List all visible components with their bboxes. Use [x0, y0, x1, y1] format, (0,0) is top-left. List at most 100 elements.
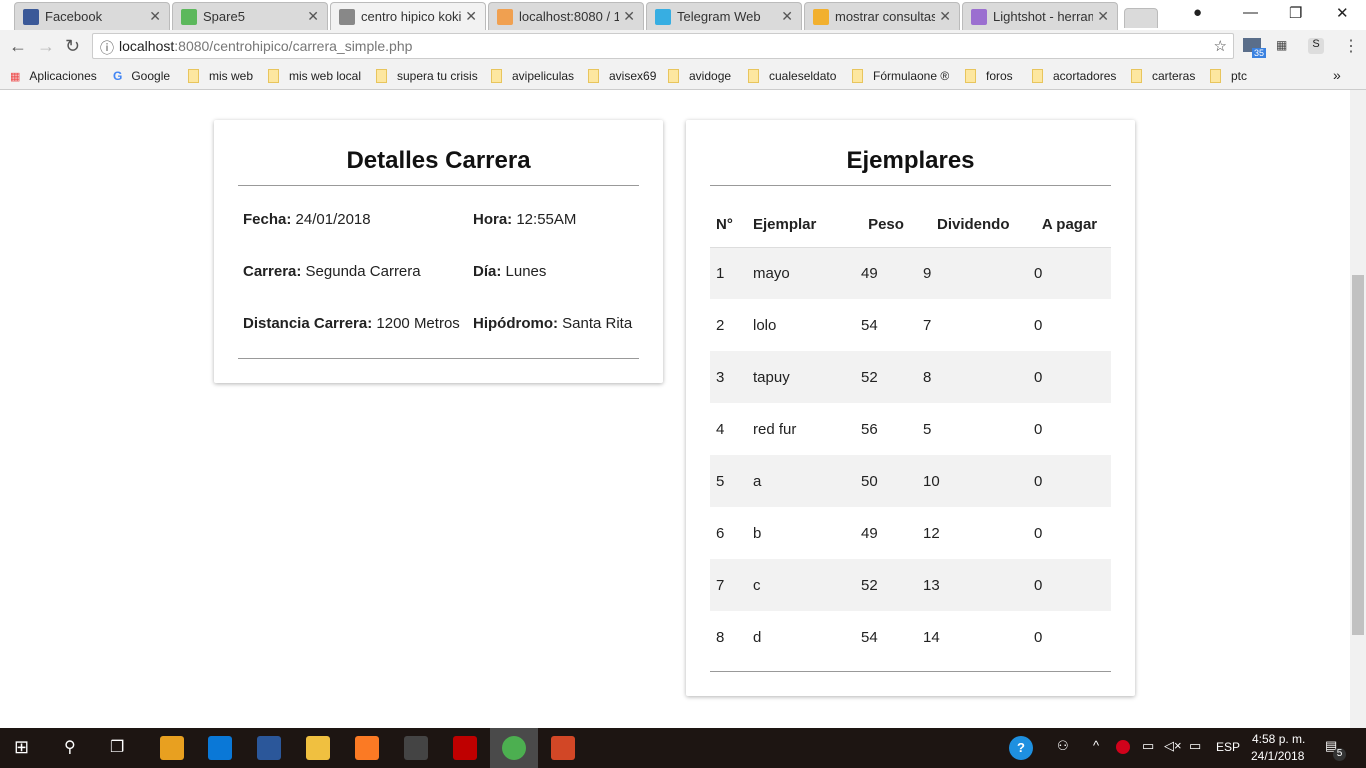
network-icon[interactable]: ▭ — [1142, 738, 1154, 754]
tab[interactable]: Facebook ✕ — [14, 2, 170, 30]
favicon-icon — [655, 8, 671, 25]
mcafee-icon[interactable] — [1116, 740, 1130, 754]
battery-icon[interactable]: ▭ — [1189, 738, 1201, 754]
s-extension-icon[interactable]: S — [1308, 38, 1324, 54]
bookmark-item[interactable]: cualeseldato — [748, 69, 836, 83]
filezilla-icon[interactable] — [453, 736, 477, 760]
new-tab-button[interactable] — [1124, 8, 1158, 28]
close-tab-icon[interactable]: ✕ — [781, 8, 793, 25]
table-cell: 9 — [923, 264, 932, 282]
task-view-icon[interactable]: ❐ — [110, 737, 124, 757]
bookmark-item[interactable]: acortadores — [1032, 69, 1116, 83]
close-tab-icon[interactable]: ✕ — [623, 8, 635, 25]
clock-time[interactable]: 4:58 p. m. — [1252, 732, 1305, 746]
forward-icon[interactable]: → — [37, 36, 55, 57]
explorer-icon[interactable] — [306, 736, 330, 760]
search-icon[interactable]: ⚲ — [64, 737, 76, 757]
minimize-button[interactable]: — — [1243, 4, 1258, 21]
bookmark-item[interactable]: avisex69 — [588, 69, 656, 83]
bookmark-item[interactable]: supera tu crisis — [376, 69, 478, 83]
restore-button[interactable]: ❐ — [1289, 4, 1302, 22]
table-row: 5 a 50 10 0 — [710, 455, 1111, 507]
ejemplares-title: Ejemplares — [846, 147, 975, 174]
table-cell: c — [753, 576, 761, 594]
extension-badge: 35 — [1252, 48, 1267, 58]
detail-field: Carrera: Segunda Carrera — [243, 263, 421, 280]
table-cell: 12 — [923, 524, 940, 542]
close-tab-icon[interactable]: ✕ — [149, 8, 161, 25]
bookmark-label: ptc — [1231, 69, 1248, 83]
bookmark-label: avisex69 — [609, 69, 657, 83]
bookmark-item[interactable]: avipeliculas — [491, 69, 574, 83]
folder-icon — [965, 69, 976, 83]
divider — [238, 185, 639, 186]
bookmark-item[interactable]: mis web — [188, 69, 253, 83]
show-hidden-icons[interactable]: ^ — [1093, 738, 1099, 753]
word-icon[interactable] — [257, 736, 281, 760]
star-icon[interactable]: ☆ — [1214, 37, 1227, 55]
language-indicator[interactable]: ESP — [1216, 740, 1240, 754]
table-cell: 54 — [861, 316, 878, 334]
more-bookmarks-button[interactable]: » — [1333, 67, 1341, 83]
scrollbar[interactable] — [1350, 90, 1366, 728]
people-icon[interactable]: ⚇ — [1057, 738, 1069, 754]
windows-start-icon[interactable]: ⊞ — [14, 737, 29, 758]
bookmark-label: mis web local — [289, 69, 362, 83]
field-label: Hora: — [473, 211, 513, 228]
divider — [238, 358, 639, 359]
close-tab-icon[interactable]: ✕ — [939, 8, 951, 25]
tab[interactable]: Lightshot - herram ✕ — [962, 2, 1118, 30]
tab[interactable]: mostrar consultas ✕ — [804, 2, 960, 30]
bookmark-item[interactable]: avidoge — [668, 69, 731, 83]
back-icon[interactable]: ← — [9, 36, 27, 57]
menu-icon[interactable]: ⋮ — [1343, 36, 1359, 56]
sublime-icon[interactable] — [404, 736, 428, 760]
field-label: Distancia Carrera: — [243, 315, 373, 332]
bookmark-label: Aplicaciones — [29, 69, 97, 83]
detail-field: Día: Lunes — [473, 263, 546, 280]
edge-icon[interactable] — [208, 736, 232, 760]
bookmark-item[interactable]: Fórmulaone ® — [852, 69, 949, 83]
profile-icon[interactable]: ● — [1193, 4, 1202, 21]
close-tab-icon[interactable]: ✕ — [1097, 8, 1109, 25]
table-cell: 0 — [1034, 576, 1043, 594]
detail-field: Fecha: 24/01/2018 — [243, 211, 371, 228]
close-tab-icon[interactable]: ✕ — [465, 8, 477, 25]
tab[interactable]: centro hipico kokin ✕ — [330, 2, 486, 30]
tab-bar: ● — ❐ ✕ Facebook ✕ Spare5 ✕ centro hipico ko… — [0, 0, 1366, 30]
help-icon[interactable]: ? — [1009, 736, 1033, 760]
tab[interactable]: localhost:8080 / 12 ✕ — [488, 2, 644, 30]
chrome-icon[interactable] — [502, 736, 526, 760]
table-cell: 7 — [923, 316, 932, 334]
bookmark-item[interactable]: carteras — [1131, 69, 1195, 83]
table-cell: 8 — [716, 628, 725, 646]
google-icon: G — [113, 69, 123, 83]
scrollbar-thumb[interactable] — [1352, 275, 1364, 635]
volume-muted-icon[interactable]: ◁× — [1164, 738, 1182, 754]
tab[interactable]: Spare5 ✕ — [172, 2, 328, 30]
bookmark-label: avidoge — [689, 69, 732, 83]
bookmark-item[interactable]: ptc — [1210, 69, 1247, 83]
bookmark-item[interactable]: ▦ Aplicaciones — [10, 69, 97, 83]
close-tab-icon[interactable]: ✕ — [307, 8, 319, 25]
bookmark-item[interactable]: G Google — [113, 69, 170, 83]
qr-icon[interactable]: ▦ — [1276, 38, 1287, 52]
clock-date[interactable]: 24/1/2018 — [1251, 749, 1304, 763]
powerpoint-icon[interactable] — [551, 736, 575, 760]
app-icon[interactable] — [160, 736, 184, 760]
info-icon[interactable]: ⓘ — [100, 38, 114, 58]
tab-title: Lightshot - herram — [993, 9, 1094, 24]
bookmark-item[interactable]: foros — [965, 69, 1013, 83]
xampp-icon[interactable] — [355, 736, 379, 760]
table-cell: 5 — [923, 420, 932, 438]
url-input[interactable]: ⓘ localhost:8080/centrohipico/carrera_si… — [92, 33, 1234, 59]
tab-title: localhost:8080 / 12 — [519, 9, 620, 24]
folder-icon — [1131, 69, 1142, 83]
reload-icon[interactable]: ↻ — [65, 36, 80, 57]
close-window-button[interactable]: ✕ — [1336, 4, 1349, 22]
tab[interactable]: Telegram Web ✕ — [646, 2, 802, 30]
folder-icon — [852, 69, 863, 83]
favicon-icon — [23, 8, 39, 25]
bookmark-item[interactable]: mis web local — [268, 69, 361, 83]
table-cell: 54 — [861, 628, 878, 646]
